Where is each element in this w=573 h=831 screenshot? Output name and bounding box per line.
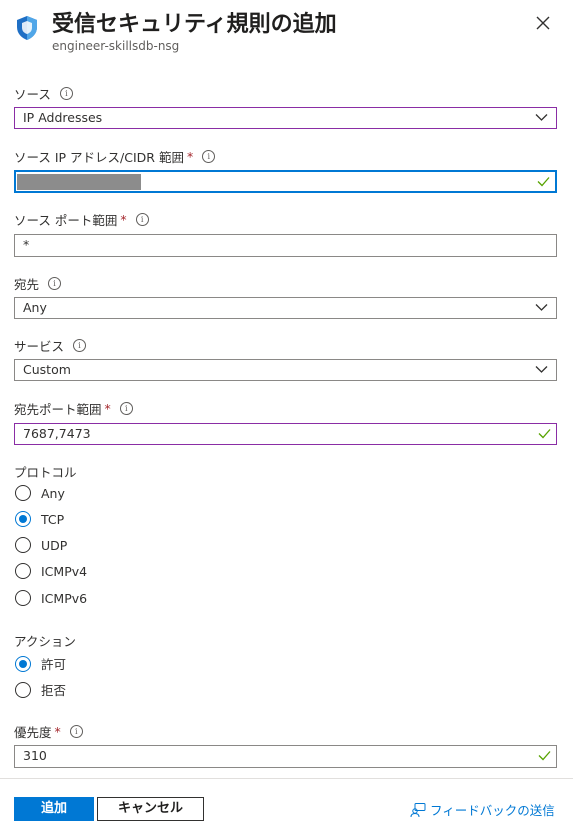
info-icon[interactable]: i	[202, 150, 216, 163]
chevron-down-icon	[535, 114, 548, 121]
destination-label: 宛先 i	[14, 274, 62, 293]
dest-port-value: 7687,7473	[23, 426, 91, 441]
service-select[interactable]: Custom	[14, 359, 557, 381]
protocol-option-any[interactable]: Any	[15, 485, 65, 501]
info-icon[interactable]: i	[119, 402, 133, 415]
protocol-option-icmpv4[interactable]: ICMPv4	[15, 563, 87, 579]
check-icon	[537, 177, 550, 187]
priority-input[interactable]: 310	[14, 745, 557, 768]
action-option-deny[interactable]: 拒否	[15, 680, 66, 699]
action-option-allow[interactable]: 許可	[15, 654, 66, 673]
add-button[interactable]: 追加	[14, 797, 94, 821]
info-icon[interactable]: i	[48, 277, 62, 290]
protocol-option-tcp[interactable]: TCP	[15, 511, 64, 527]
radio-button-checked[interactable]	[15, 655, 31, 672]
chevron-down-icon	[535, 366, 548, 373]
source-label: ソース i	[14, 84, 73, 103]
radio-button[interactable]	[15, 563, 31, 579]
service-label: サービス i	[14, 336, 87, 355]
info-icon[interactable]: i	[73, 339, 87, 352]
source-port-input[interactable]: *	[14, 234, 557, 257]
chevron-down-icon	[535, 304, 548, 311]
dest-port-label: 宛先ポート範囲 * i	[14, 399, 133, 418]
shield-icon	[17, 16, 37, 40]
priority-label: 優先度 * i	[14, 722, 83, 741]
check-icon	[538, 751, 551, 761]
info-icon[interactable]: i	[135, 213, 149, 226]
cancel-button[interactable]: キャンセル	[97, 797, 204, 821]
radio-button[interactable]	[15, 590, 31, 606]
info-icon[interactable]: i	[69, 725, 83, 738]
feedback-icon	[410, 802, 426, 817]
dest-port-input[interactable]: 7687,7473	[14, 423, 557, 445]
source-ip-label: ソース IP アドレス/CIDR 範囲 * i	[14, 147, 216, 166]
destination-select[interactable]: Any	[14, 297, 557, 319]
footer-divider	[0, 778, 573, 779]
protocol-option-udp[interactable]: UDP	[15, 537, 67, 553]
redacted-value	[17, 173, 141, 190]
radio-button[interactable]	[15, 537, 31, 553]
feedback-link[interactable]: フィードバックの送信	[410, 800, 555, 819]
action-label: アクション	[14, 634, 76, 649]
page-title: 受信セキュリティ規則の追加	[52, 12, 337, 37]
protocol-label: プロトコル	[14, 465, 77, 480]
page-subtitle: engineer-skillsdb-nsg	[52, 39, 180, 53]
destination-value: Any	[23, 300, 47, 315]
radio-button[interactable]	[15, 681, 31, 698]
source-port-label: ソース ポート範囲 * i	[14, 210, 149, 229]
source-value: IP Addresses	[23, 110, 103, 125]
source-port-value: *	[23, 237, 30, 252]
close-icon[interactable]	[534, 14, 552, 32]
info-icon[interactable]: i	[59, 87, 73, 100]
source-ip-input[interactable]	[14, 170, 557, 193]
service-value: Custom	[23, 362, 71, 377]
source-select[interactable]: IP Addresses	[14, 107, 557, 129]
radio-button[interactable]	[15, 485, 31, 501]
protocol-option-icmpv6[interactable]: ICMPv6	[15, 590, 87, 606]
priority-value: 310	[23, 748, 47, 763]
radio-button-checked[interactable]	[15, 511, 31, 527]
check-icon	[538, 429, 551, 439]
